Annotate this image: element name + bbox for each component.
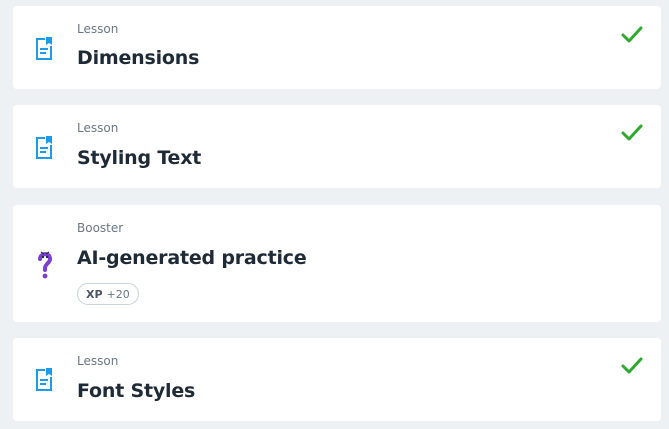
lesson-document-icon: [33, 36, 55, 66]
completed-check-icon: [621, 357, 643, 379]
xp-value: +20: [106, 287, 130, 301]
completed-check-icon: [621, 26, 643, 48]
item-title: AI-generated practice: [77, 247, 307, 269]
item-title: Dimensions: [77, 47, 200, 69]
completed-check-icon: [621, 124, 643, 146]
lesson-document-icon: [33, 367, 55, 397]
lesson-list: Lesson Dimensions Lesson Styling Text Bo…: [0, 0, 669, 429]
question-mark-icon: [35, 249, 57, 285]
lesson-card-font-styles[interactable]: Lesson Font Styles: [13, 338, 661, 421]
item-kind-label: Booster: [77, 221, 124, 235]
item-title: Styling Text: [77, 147, 202, 169]
item-title: Font Styles: [77, 380, 196, 402]
item-kind-label: Lesson: [77, 354, 119, 368]
lesson-document-icon: [33, 135, 55, 165]
xp-reward-badge: XP +20: [77, 283, 139, 305]
booster-card-ai-practice[interactable]: Booster AI-generated practice XP +20: [13, 205, 661, 322]
item-kind-label: Lesson: [77, 121, 119, 135]
lesson-card-dimensions[interactable]: Lesson Dimensions: [13, 6, 661, 89]
lesson-card-styling-text[interactable]: Lesson Styling Text: [13, 105, 661, 188]
xp-label: XP: [86, 287, 103, 301]
item-kind-label: Lesson: [77, 22, 119, 36]
